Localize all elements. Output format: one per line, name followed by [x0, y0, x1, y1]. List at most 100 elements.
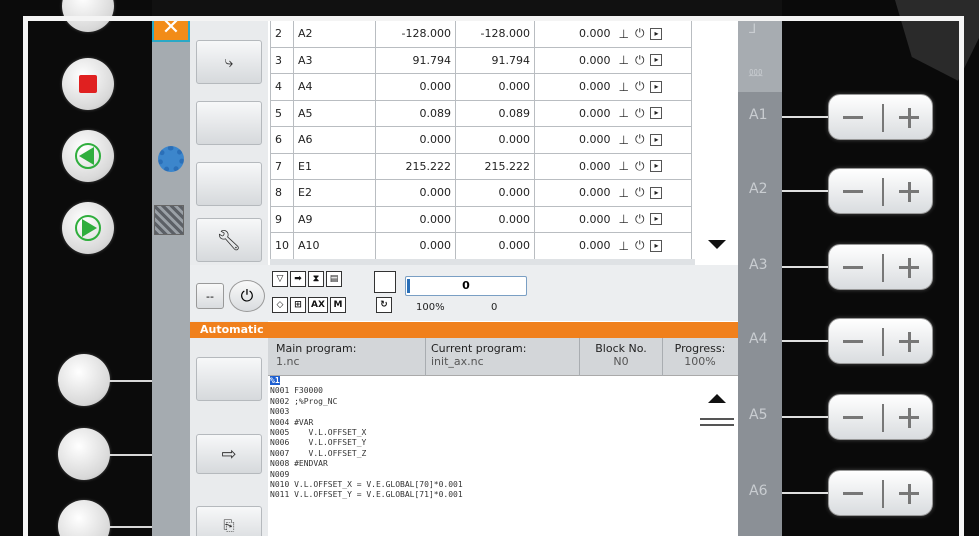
cell-v3: 0.000: [534, 46, 615, 74]
progress-label: Progress:: [674, 342, 726, 355]
cell-v2: -128.000: [455, 20, 535, 48]
cell-icons: ⊥ ⏻ ▸: [614, 232, 692, 260]
power-icon: ⏻: [634, 185, 645, 200]
cell-v2: 0.000: [455, 126, 535, 154]
axis-home-icon: ⊥: [618, 185, 629, 200]
axis-label-a2: A2: [749, 181, 768, 197]
refresh-icon: ↻: [376, 297, 392, 313]
tools-button[interactable]: 🔧︎: [196, 218, 262, 262]
select-checkbox-icon[interactable]: ▸: [650, 80, 663, 93]
cell-icons: ⊥ ⏻ ▸: [614, 99, 692, 127]
power-icon: ⏻: [634, 132, 645, 147]
scroll-down-button[interactable]: [697, 226, 737, 262]
select-checkbox-icon[interactable]: ▸: [650, 107, 663, 120]
cell-idx: 4: [270, 73, 294, 101]
axis-home-icon: ⊥: [618, 132, 629, 147]
grid-pattern-icon[interactable]: [154, 205, 184, 235]
divider: [882, 404, 884, 432]
cell-v3: 0.000: [534, 205, 615, 233]
divider: [882, 480, 884, 508]
jog-control-a5[interactable]: [828, 394, 933, 440]
table-row[interactable]: 7 E1 215.222 215.222 0.000 ⊥ ⏻ ▸: [270, 152, 692, 180]
mw-icon: M: [330, 297, 346, 313]
table-row[interactable]: 3 A3 91.794 91.794 0.000 ⊥ ⏻ ▸: [270, 46, 692, 74]
cell-v1: 0.089: [375, 99, 456, 127]
side-toolbar: [152, 20, 190, 536]
cell-v3: 0.000: [534, 99, 615, 127]
code-line: N002 ;%Prog_NC: [270, 396, 338, 406]
select-checkbox-icon[interactable]: ▸: [650, 213, 663, 226]
table-row[interactable]: 4 A4 0.000 0.000 0.000 ⊥ ⏻ ▸: [270, 73, 692, 101]
nc-code-view[interactable]: %1 N001 F30000 N002 ;%Prog_NC N003 N004 #VA…: [268, 376, 696, 536]
select-checkbox-icon[interactable]: ▸: [650, 186, 663, 199]
select-checkbox-icon[interactable]: ▸: [650, 239, 663, 252]
cell-icons: ⊥ ⏻ ▸: [614, 73, 692, 101]
axis-home-icon: ⊥: [618, 53, 629, 68]
code-line: N001 F30000: [270, 386, 323, 396]
select-checkbox-icon[interactable]: ▸: [650, 133, 663, 146]
minus-icon[interactable]: [843, 266, 863, 269]
minus-icon[interactable]: [843, 116, 863, 119]
step-back-button[interactable]: [62, 130, 114, 182]
power-icon: ⏻: [634, 79, 645, 94]
table-row[interactable]: 6 A6 0.000 0.000 0.000 ⊥ ⏻ ▸: [270, 126, 692, 154]
select-checkbox-icon[interactable]: ▸: [650, 27, 663, 40]
stop-icon: [79, 75, 97, 93]
cell-name: A3: [293, 46, 376, 74]
plus-icon-vertical: [907, 182, 911, 202]
start-button[interactable]: [62, 202, 114, 254]
select-checkbox-icon[interactable]: ▸: [650, 160, 663, 173]
jog-control-a2[interactable]: [828, 168, 933, 214]
power-icon: ⏻: [634, 158, 645, 173]
cell-v3: 0.000: [534, 152, 615, 180]
main-program-value: 1.nc: [276, 355, 300, 368]
robot-arm-button[interactable]: ⤷: [196, 40, 262, 84]
cell-idx: 2: [270, 20, 294, 48]
jog-control-a4[interactable]: [828, 318, 933, 364]
plus-icon-vertical: [907, 484, 911, 504]
power-icon: ⏻: [240, 286, 254, 305]
program-start-button[interactable]: ⇨: [196, 434, 262, 474]
softkey-blank-1[interactable]: [196, 101, 262, 145]
softkey-round-1[interactable]: [58, 354, 110, 406]
cell-v2: 0.000: [455, 179, 535, 207]
table-row[interactable]: 10 A10 0.000 0.000 0.000 ⊥ ⏻ ▸: [270, 232, 692, 260]
close-button[interactable]: ✕: [152, 16, 190, 42]
plus-icon-vertical: [907, 332, 911, 352]
softkey-blank-3[interactable]: [196, 357, 262, 401]
cell-name: A5: [293, 99, 376, 127]
main-program-label: Main program:: [276, 342, 357, 355]
scroll-grip[interactable]: [700, 418, 734, 426]
current-program-label: Current program:: [431, 342, 527, 355]
jog-control-a3[interactable]: [828, 244, 933, 290]
gear-icon[interactable]: [158, 146, 184, 172]
minus-button[interactable]: --: [196, 283, 224, 309]
minus-icon[interactable]: [843, 340, 863, 343]
select-checkbox-icon[interactable]: ▸: [650, 54, 663, 67]
jog-control-a6[interactable]: [828, 470, 933, 516]
cell-idx: 5: [270, 99, 294, 127]
scroll-up-button[interactable]: [697, 382, 737, 414]
program-edit-button[interactable]: ⎘: [196, 506, 262, 536]
cell-v2: 215.222: [455, 152, 535, 180]
table-row[interactable]: 9 A9 0.000 0.000 0.000 ⊥ ⏻ ▸: [270, 205, 692, 233]
power-button[interactable]: ⏻: [229, 280, 265, 312]
minus-icon[interactable]: [843, 492, 863, 495]
softkey-blank-2[interactable]: [196, 162, 262, 206]
minus-icon[interactable]: [843, 190, 863, 193]
power-icon: ⏻: [634, 211, 645, 226]
minus-icon[interactable]: [843, 416, 863, 419]
program-header: Main program: 1.nc Current program: init…: [268, 338, 738, 376]
softkey-round-2[interactable]: [58, 428, 110, 480]
table-row[interactable]: 5 A5 0.089 0.089 0.000 ⊥ ⏻ ▸: [270, 99, 692, 127]
table-row[interactable]: 8 E2 0.000 0.000 0.000 ⊥ ⏻ ▸: [270, 179, 692, 207]
plus-icon-vertical: [907, 108, 911, 128]
document-icon: ▤: [326, 271, 342, 287]
table-row[interactable]: 2 A2 -128.000 -128.000 0.000 ⊥ ⏻ ▸: [270, 20, 692, 48]
divider: [882, 328, 884, 356]
stop-button[interactable]: [62, 58, 114, 110]
jog-control-a1[interactable]: [828, 94, 933, 140]
cell-name: A9: [293, 205, 376, 233]
cell-v1: 0.000: [375, 205, 456, 233]
divider: [882, 178, 884, 206]
